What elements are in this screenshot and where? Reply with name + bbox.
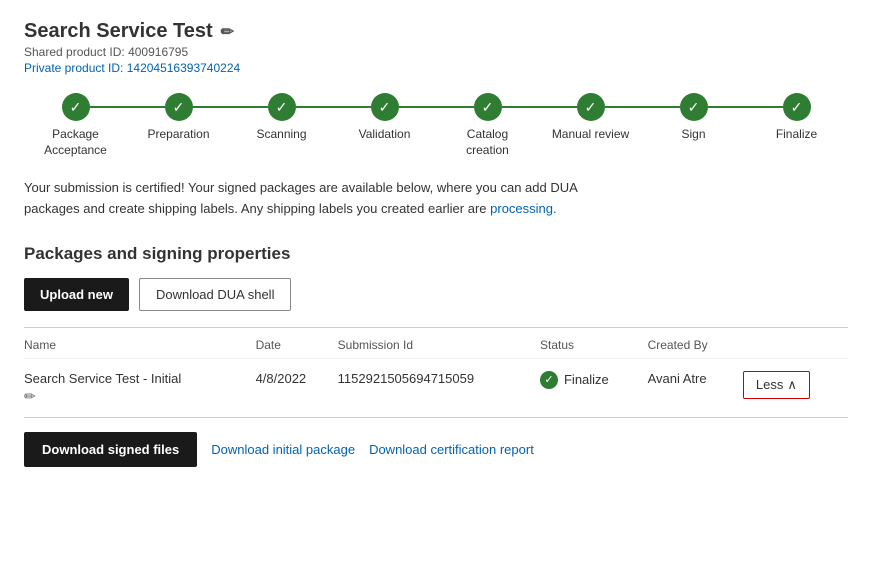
col-date: Date [256,328,338,359]
col-name: Name [24,328,256,359]
packages-table: Name Date Submission Id Status Created B… [24,328,848,409]
download-dua-button[interactable]: Download DUA shell [139,278,292,311]
row-status: ✓ Finalize [540,358,648,409]
action-buttons: Upload new Download DUA shell [24,278,848,311]
upload-new-button[interactable]: Upload new [24,278,129,311]
step-label-5: Catalog creation [466,127,509,158]
table-row: Search Service Test - Initial ✏ 4/8/2022… [24,358,848,409]
row-date: 4/8/2022 [256,358,338,409]
status-text: Finalize [564,372,609,387]
step-label-4: Validation [359,127,411,143]
processing-link[interactable]: processing. [490,201,556,216]
step-label-3: Scanning [256,127,306,143]
row-submission-id: 1152921505694715059 [338,358,540,409]
step-manual-review: ✓ Manual review [539,93,642,143]
download-signed-button[interactable]: Download signed files [24,432,197,467]
package-name: Search Service Test - Initial [24,371,248,386]
cert-message: Your submission is certified! Your signe… [24,178,604,220]
step-circle-7: ✓ [680,93,708,121]
step-circle-6: ✓ [577,93,605,121]
bottom-actions: Download signed files Download initial p… [24,432,848,467]
less-label: Less [756,377,783,392]
step-catalog-creation: ✓ Catalog creation [436,93,539,158]
step-label-6: Manual review [552,127,629,143]
progress-steps: ✓ Package Acceptance ✓ Preparation ✓ Sca… [24,93,848,158]
step-label-1: Package Acceptance [44,127,107,158]
step-circle-3: ✓ [268,93,296,121]
col-created-by: Created By [648,328,743,359]
row-edit-icon[interactable]: ✏ [24,388,248,405]
shared-product-label: Shared product ID: [24,45,125,59]
status-check-icon: ✓ [540,371,558,389]
step-circle-4: ✓ [371,93,399,121]
col-status: Status [540,328,648,359]
title-text: Search Service Test [24,20,213,43]
step-scanning: ✓ Scanning [230,93,333,143]
step-sign: ✓ Sign [642,93,745,143]
step-label-2: Preparation [147,127,209,143]
private-product-label: Private product ID: [24,61,123,75]
shared-product-id: 400916795 [128,45,188,59]
step-circle-2: ✓ [165,93,193,121]
step-label-7: Sign [681,127,705,143]
row-created-by: Avani Atre [648,358,743,409]
step-validation: ✓ Validation [333,93,436,143]
bottom-divider [24,417,848,418]
col-action [743,328,848,359]
step-label-8: Finalize [776,127,817,143]
row-less-action: Less ∧ [743,358,848,409]
step-circle-1: ✓ [62,93,90,121]
page-title: Search Service Test ✏ [24,20,848,43]
chevron-up-icon: ∧ [787,377,797,393]
step-circle-5: ✓ [474,93,502,121]
row-name: Search Service Test - Initial ✏ [24,358,256,409]
private-product-id: 14204516393740224 [127,61,240,75]
step-circle-8: ✓ [783,93,811,121]
less-button[interactable]: Less ∧ [743,371,810,399]
step-preparation: ✓ Preparation [127,93,230,143]
step-finalize: ✓ Finalize [745,93,848,143]
packages-title: Packages and signing properties [24,244,848,264]
edit-icon[interactable]: ✏ [221,22,234,42]
download-initial-link[interactable]: Download initial package [211,442,355,457]
step-package-acceptance: ✓ Package Acceptance [24,93,127,158]
col-submission-id: Submission Id [338,328,540,359]
download-cert-link[interactable]: Download certification report [369,442,534,457]
